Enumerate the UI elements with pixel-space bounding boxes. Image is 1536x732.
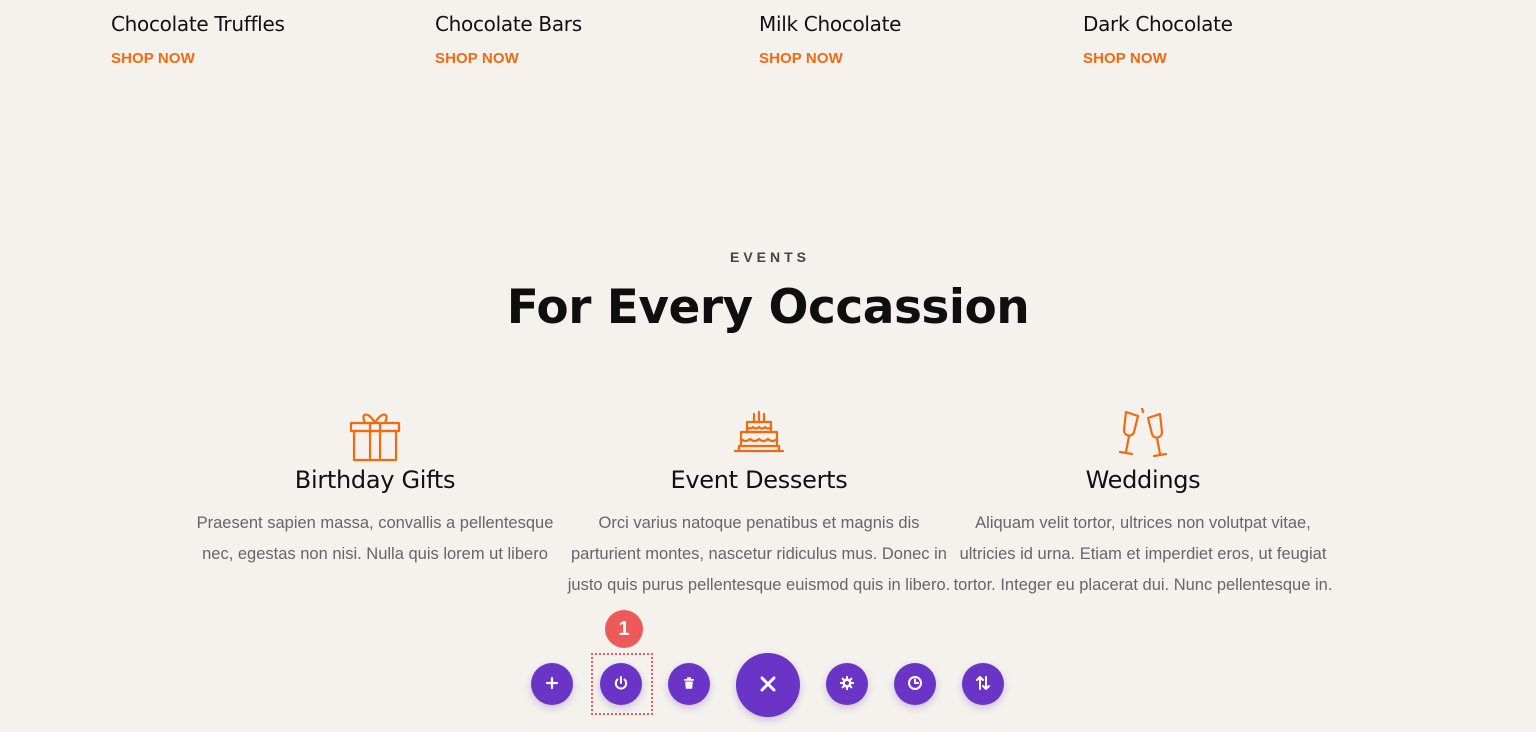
product-name: Chocolate Bars: [435, 12, 582, 36]
step-badge: 1: [605, 610, 643, 648]
product-card: Dark Chocolate SHOP NOW: [1083, 10, 1383, 67]
event-column-desserts: Event Desserts Orci varius natoque penat…: [566, 404, 952, 601]
product-card: Chocolate Truffles SHOP NOW: [111, 10, 411, 67]
section-title: For Every Occassion: [506, 280, 1030, 335]
trash-icon: [682, 676, 696, 693]
clock-icon: [907, 675, 923, 694]
page: Chocolate Truffles SHOP NOW Chocolate Ba…: [0, 0, 1536, 732]
product-card: Chocolate Bars SHOP NOW: [435, 10, 735, 67]
close-button[interactable]: [736, 653, 800, 717]
close-icon: [758, 674, 778, 697]
sort-button[interactable]: [962, 663, 1004, 705]
add-button[interactable]: [531, 663, 573, 705]
cake-icon: [566, 404, 952, 462]
power-icon: [613, 675, 629, 694]
event-column-birthday: Birthday Gifts Praesent sapien massa, co…: [182, 404, 568, 570]
settings-button[interactable]: [826, 663, 868, 705]
gear-icon: [839, 675, 855, 694]
event-description: Praesent sapien massa, convallis a pelle…: [196, 514, 554, 563]
event-description: Aliquam velit tortor, ultrices non volut…: [953, 514, 1333, 594]
champagne-glasses-icon: [950, 404, 1336, 462]
product-name: Dark Chocolate: [1083, 12, 1233, 36]
sort-arrows-icon: [975, 675, 991, 694]
power-button[interactable]: [600, 663, 642, 705]
product-name: Chocolate Truffles: [111, 12, 285, 36]
event-title: Event Desserts: [670, 466, 848, 494]
plus-icon: [545, 676, 559, 693]
section-eyebrow: EVENTS: [729, 249, 810, 265]
product-card: Milk Chocolate SHOP NOW: [759, 10, 1059, 67]
shop-now-link[interactable]: SHOP NOW: [111, 50, 195, 67]
event-title: Birthday Gifts: [294, 466, 456, 494]
history-button[interactable]: [894, 663, 936, 705]
delete-button[interactable]: [668, 663, 710, 705]
event-description: Orci varius natoque penatibus et magnis …: [567, 514, 951, 594]
product-name: Milk Chocolate: [759, 12, 902, 36]
shop-now-link[interactable]: SHOP NOW: [759, 50, 843, 67]
shop-now-link[interactable]: SHOP NOW: [435, 50, 519, 67]
event-title: Weddings: [1085, 466, 1201, 494]
gift-icon: [182, 404, 568, 462]
event-column-weddings: Weddings Aliquam velit tortor, ultrices …: [950, 404, 1336, 601]
shop-now-link[interactable]: SHOP NOW: [1083, 50, 1167, 67]
